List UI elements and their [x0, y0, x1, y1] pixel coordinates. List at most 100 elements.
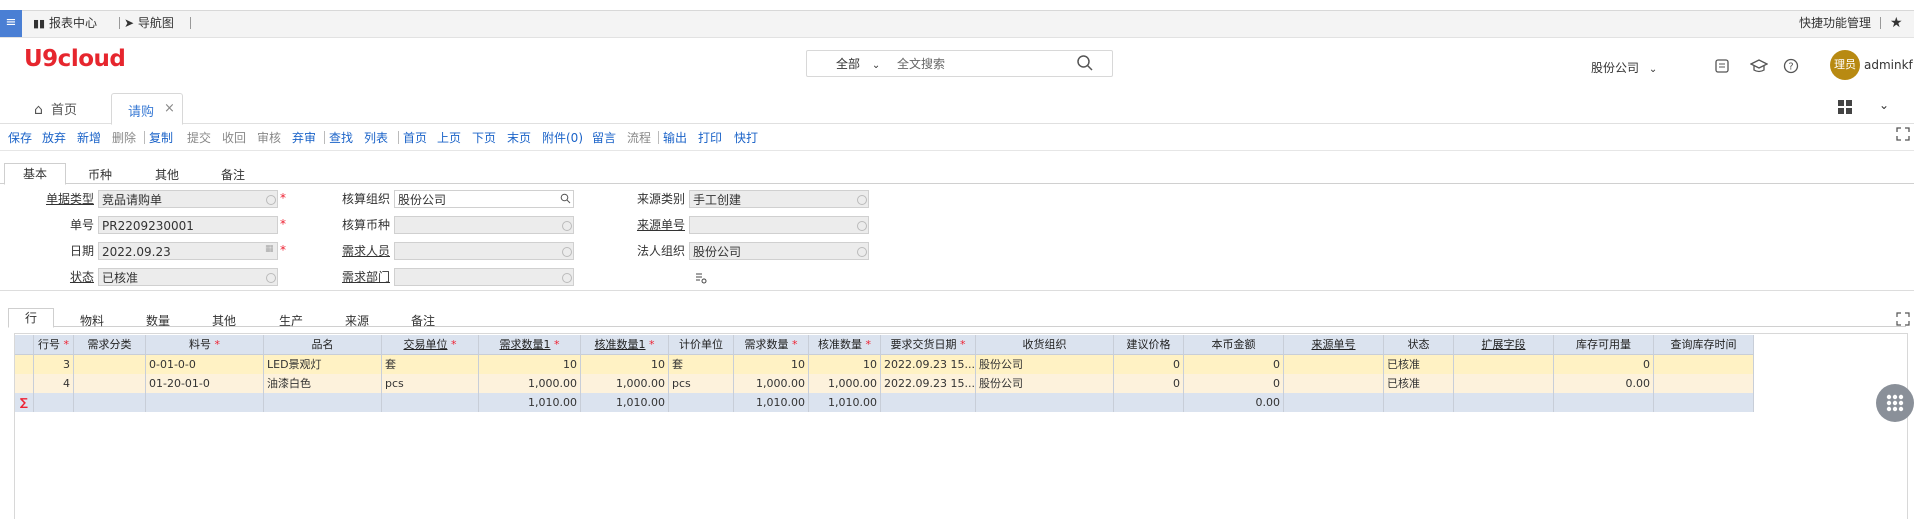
table-cell[interactable]: 0: [1554, 355, 1654, 374]
sum-cell[interactable]: 0.00: [1184, 393, 1284, 412]
table-cell[interactable]: 0-01-0-0: [146, 355, 264, 374]
table-cell[interactable]: 10: [581, 355, 669, 374]
sum-cell[interactable]: [976, 393, 1114, 412]
toolbar-button-9[interactable]: 查找: [329, 129, 353, 146]
table-cell[interactable]: 3: [34, 355, 74, 374]
table-cell[interactable]: [1454, 374, 1554, 393]
expand-icon[interactable]: [1896, 312, 1910, 326]
sum-cell[interactable]: 1,010.00: [809, 393, 881, 412]
column-header[interactable]: 料号 *: [146, 335, 264, 354]
legal-org-field[interactable]: 股份公司: [689, 242, 869, 260]
sum-cell[interactable]: 1,010.00: [734, 393, 809, 412]
table-cell[interactable]: pcs: [669, 374, 734, 393]
search-input[interactable]: 全文搜索: [897, 55, 945, 72]
table-cell[interactable]: 套: [669, 355, 734, 374]
shortcut-mgmt-link[interactable]: 快捷功能管理: [1799, 10, 1871, 36]
table-cell[interactable]: 套: [382, 355, 479, 374]
column-header[interactable]: 状态: [1384, 335, 1454, 354]
toolbar-button-8[interactable]: 弃审: [292, 129, 316, 146]
company-select[interactable]: 股份公司 ⌄: [1591, 59, 1657, 76]
column-header[interactable]: 要求交货日期 *: [881, 335, 976, 354]
table-cell[interactable]: 1,000.00: [734, 374, 809, 393]
table-cell[interactable]: 0: [1114, 355, 1184, 374]
grid-tab-production[interactable]: 生产: [279, 312, 303, 329]
sum-cell[interactable]: 1,010.00: [479, 393, 581, 412]
table-cell[interactable]: 1,000.00: [479, 374, 581, 393]
sum-cell[interactable]: 1,010.00: [581, 393, 669, 412]
lookup-icon[interactable]: [266, 273, 276, 283]
toolbar-button-14[interactable]: 末页: [507, 129, 531, 146]
chevron-down-icon[interactable]: ⌄: [1879, 98, 1889, 112]
date-field[interactable]: 2022.09.23: [98, 242, 278, 260]
form-tab-currency[interactable]: 币种: [88, 166, 112, 183]
sum-cell[interactable]: [382, 393, 479, 412]
sum-cell[interactable]: [264, 393, 382, 412]
toolbar-button-11[interactable]: 首页: [403, 129, 427, 146]
table-cell[interactable]: 0: [1184, 355, 1284, 374]
doc-no-field[interactable]: PR2209230001: [98, 216, 278, 234]
table-cell[interactable]: 10: [809, 355, 881, 374]
toolbar-button-3[interactable]: 删除: [112, 129, 136, 146]
menu-icon[interactable]: ≡: [0, 10, 22, 37]
toolbar-button-1[interactable]: 放弃: [42, 129, 66, 146]
table-cell[interactable]: 0: [1114, 374, 1184, 393]
sum-cell[interactable]: [1114, 393, 1184, 412]
grid-tab-source[interactable]: 来源: [345, 312, 369, 329]
column-header[interactable]: 查询库存时间: [1654, 335, 1754, 354]
sum-icon[interactable]: ∑: [15, 393, 34, 412]
graduation-cap-icon[interactable]: [1750, 58, 1768, 74]
lookup-icon[interactable]: [857, 195, 867, 205]
sum-cell[interactable]: [1384, 393, 1454, 412]
search-icon[interactable]: [1076, 54, 1094, 72]
tab-purchase-request[interactable]: 请购 ×: [111, 93, 183, 125]
help-icon[interactable]: ?: [1783, 58, 1799, 74]
sum-cell[interactable]: [1454, 393, 1554, 412]
toolbar-button-12[interactable]: 上页: [437, 129, 461, 146]
toolbar-button-10[interactable]: 列表: [364, 129, 388, 146]
lookup-icon[interactable]: [266, 195, 276, 205]
table-cell[interactable]: 4: [34, 374, 74, 393]
column-header[interactable]: 建议价格: [1114, 335, 1184, 354]
table-cell[interactable]: 已核准: [1384, 374, 1454, 393]
star-icon[interactable]: ★: [1890, 10, 1903, 36]
toolbar-button-18[interactable]: 输出: [663, 129, 687, 146]
doc-type-field[interactable]: 竞品请购单: [98, 190, 278, 208]
toolbar-button-15[interactable]: 附件(0): [542, 129, 583, 146]
column-header[interactable]: 计价单位: [669, 335, 734, 354]
table-cell[interactable]: [74, 374, 146, 393]
calendar-icon[interactable]: ▦: [265, 244, 274, 254]
message-icon[interactable]: [1714, 58, 1730, 74]
column-header[interactable]: 核准数量 *: [809, 335, 881, 354]
table-cell[interactable]: [1654, 374, 1754, 393]
table-cell[interactable]: 0.00: [1554, 374, 1654, 393]
search-scope-select[interactable]: 全部 ⌄: [836, 55, 880, 72]
avatar[interactable]: 理员: [1830, 50, 1860, 80]
table-cell[interactable]: [1284, 355, 1384, 374]
column-header[interactable]: 核准数量1 *: [581, 335, 669, 354]
tab-home[interactable]: ⌂ 首页: [34, 98, 77, 122]
lookup-icon[interactable]: [562, 247, 572, 257]
lookup-icon[interactable]: [562, 221, 572, 231]
search-icon[interactable]: [560, 193, 571, 204]
username[interactable]: adminkf: [1864, 58, 1913, 72]
column-header[interactable]: 来源单号: [1284, 335, 1384, 354]
sum-cell[interactable]: [881, 393, 976, 412]
toolbar-button-19[interactable]: 打印: [698, 129, 722, 146]
sum-cell[interactable]: [34, 393, 74, 412]
grid-tab-other[interactable]: 其他: [212, 312, 236, 329]
table-cell[interactable]: [74, 355, 146, 374]
row-selector[interactable]: [15, 335, 34, 354]
table-cell[interactable]: 01-20-01-0: [146, 374, 264, 393]
table-cell[interactable]: pcs: [382, 374, 479, 393]
sum-cell[interactable]: [1554, 393, 1654, 412]
lookup-icon[interactable]: [562, 273, 572, 283]
table-cell[interactable]: 股份公司: [976, 374, 1114, 393]
grid-tab-quantity[interactable]: 数量: [146, 312, 170, 329]
grid-tab-row[interactable]: 行: [8, 308, 54, 328]
table-cell[interactable]: 10: [479, 355, 581, 374]
acct-currency-field[interactable]: [394, 216, 574, 234]
grid-tab-material[interactable]: 物料: [80, 312, 104, 329]
column-header[interactable]: 行号 *: [34, 335, 74, 354]
app-launcher-button[interactable]: [1876, 384, 1914, 422]
table-cell[interactable]: 0: [1184, 374, 1284, 393]
